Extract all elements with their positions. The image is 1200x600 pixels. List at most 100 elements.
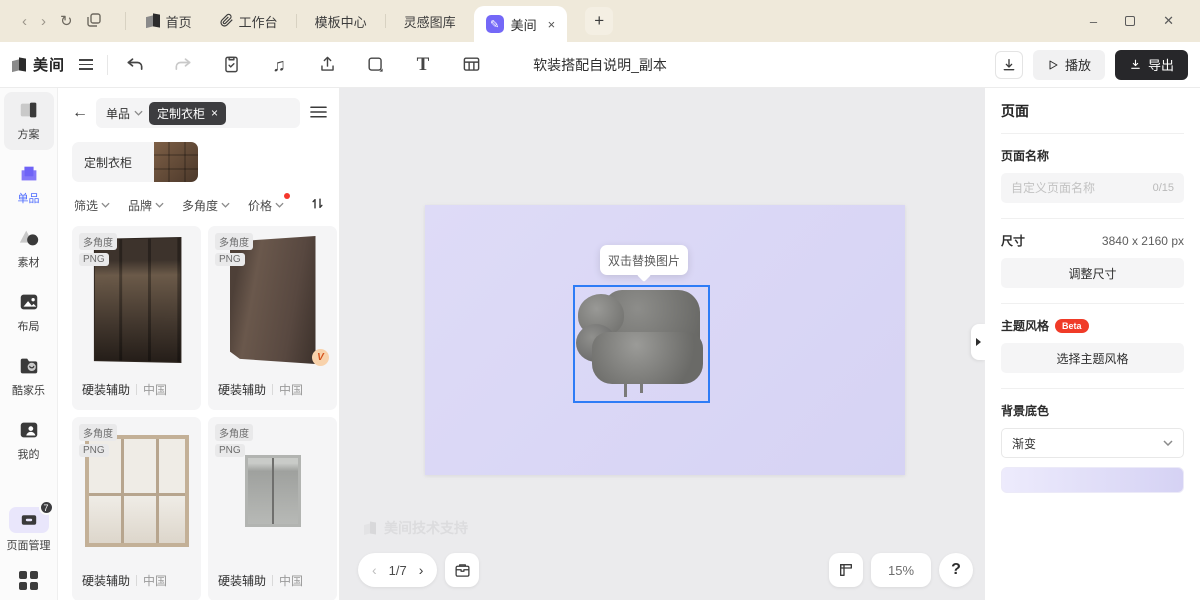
format-badge: PNG: [215, 444, 245, 457]
product-card[interactable]: 多角度 PNG 硬装辅助 中国: [72, 226, 201, 410]
rail-label: 布局: [18, 318, 40, 334]
duplicate-icon[interactable]: [87, 13, 101, 30]
nav-home[interactable]: 首页: [136, 6, 202, 37]
toolbar-right: 播放 导出: [995, 50, 1188, 80]
resize-button[interactable]: 调整尺寸: [1001, 258, 1184, 288]
nav-templates[interactable]: 模板中心: [305, 6, 377, 37]
tab-close-icon[interactable]: ×: [548, 17, 556, 32]
table-icon[interactable]: [458, 52, 484, 78]
next-page-icon[interactable]: ›: [419, 562, 424, 578]
choose-theme-button[interactable]: 选择主题风格: [1001, 343, 1184, 373]
rail-item-assets[interactable]: 素材: [4, 220, 54, 278]
tab-meijian[interactable]: ✎ 美间 ×: [474, 6, 568, 42]
export-icon: [1129, 58, 1142, 71]
filter-angle[interactable]: 多角度: [182, 197, 230, 214]
help-button[interactable]: ?: [939, 553, 973, 587]
menu-icon[interactable]: [79, 59, 93, 70]
background-mode-dropdown[interactable]: 渐变: [1001, 428, 1184, 458]
filter-tag[interactable]: 定制衣柜 ×: [149, 102, 226, 125]
product-brand: 硬装辅助: [82, 381, 130, 398]
export-button[interactable]: 导出: [1115, 50, 1188, 80]
rail-item-plans[interactable]: 方案: [4, 92, 54, 150]
checklist-icon[interactable]: [218, 52, 244, 78]
product-brand: 硬装辅助: [218, 381, 266, 398]
play-button[interactable]: 播放: [1033, 50, 1105, 80]
tag-close-icon[interactable]: ×: [211, 106, 218, 120]
ruler-icon: [838, 562, 854, 578]
document-title: 软装搭配自说明_副本: [533, 55, 667, 75]
rail-item-kujiale[interactable]: 酷家乐: [4, 348, 54, 406]
nav-home-label: 首页: [166, 12, 192, 31]
apps-grid-button[interactable]: [19, 571, 38, 590]
filter-brand[interactable]: 品牌: [128, 197, 164, 214]
filter-label: 品牌: [128, 197, 152, 214]
nav-workspace[interactable]: 工作台: [210, 6, 288, 37]
product-card[interactable]: 多角度 PNG 硬装辅助 中国: [72, 417, 201, 600]
canvas-bottom-left: ‹ 1/7 ›: [358, 553, 479, 587]
undo-icon[interactable]: [122, 52, 148, 78]
collection-thumbnail: [154, 142, 198, 182]
category-dropdown[interactable]: 单品: [106, 105, 143, 122]
product-card[interactable]: 多角度 PNG 硬装辅助 中国: [208, 417, 337, 600]
canvas-page[interactable]: 双击替换图片: [425, 205, 905, 475]
pages-icon: [21, 514, 37, 526]
prev-page-icon[interactable]: ‹: [372, 562, 377, 578]
page-name-input[interactable]: [1011, 181, 1153, 195]
rail-label: 方案: [18, 126, 40, 142]
redo-icon[interactable]: [170, 52, 196, 78]
minimize-button[interactable]: –: [1090, 14, 1097, 29]
titlebar-separator: [125, 12, 126, 30]
rail-item-products[interactable]: 单品: [4, 156, 54, 214]
shape-icon[interactable]: [362, 52, 388, 78]
product-footer: 硬装辅助 中国: [72, 372, 201, 410]
filter-general[interactable]: 筛选: [74, 197, 110, 214]
back-icon[interactable]: ←: [72, 104, 88, 122]
menu-separator: [296, 14, 297, 28]
sort-icon[interactable]: [310, 196, 325, 214]
gradient-swatch[interactable]: [1001, 467, 1184, 493]
design-canvas[interactable]: 双击替换图片 美间技术支持 ‹ 1/7 ›: [340, 88, 985, 600]
rail-item-mine[interactable]: 我的: [4, 412, 54, 470]
forward-icon[interactable]: ›: [41, 13, 46, 30]
maximize-button[interactable]: [1125, 14, 1135, 29]
close-button[interactable]: ✕: [1163, 13, 1174, 29]
ruler-button[interactable]: [829, 553, 863, 587]
text-icon[interactable]: T: [410, 52, 436, 78]
product-footer: 硬装辅助 中国: [72, 563, 201, 600]
product-region: 中国: [143, 572, 167, 589]
panel-collapse-handle[interactable]: [971, 324, 985, 360]
brand[interactable]: 美间: [12, 54, 93, 75]
left-rail: 方案 单品 素材 布局 酷家乐 我的 7 页面管理: [0, 88, 58, 600]
chevron-down-icon: [134, 110, 143, 116]
zoom-level-value: 15%: [888, 563, 914, 578]
list-view-icon[interactable]: [310, 105, 327, 122]
assets-icon: [18, 227, 40, 249]
archive-button[interactable]: [445, 553, 479, 587]
product-region: 中国: [279, 381, 303, 398]
size-value: 3840 x 2160 px: [1102, 234, 1184, 248]
music-icon[interactable]: ♫: [266, 52, 292, 78]
filter-price[interactable]: 价格: [248, 197, 284, 214]
angle-badge: 多角度: [79, 424, 117, 441]
download-button[interactable]: [995, 51, 1023, 79]
play-label: 播放: [1065, 55, 1091, 74]
watermark-text: 美间技术支持: [384, 518, 468, 538]
page-manager-button[interactable]: 7: [9, 507, 49, 533]
back-icon[interactable]: ‹: [22, 13, 27, 30]
pen-icon: ✎: [486, 15, 504, 33]
chevron-down-icon: [1163, 440, 1173, 446]
size-label: 尺寸: [1001, 232, 1025, 249]
nav-inspiration[interactable]: 灵感图库: [394, 6, 466, 37]
refresh-icon[interactable]: ↻: [60, 12, 73, 30]
collection-card[interactable]: 定制衣柜: [72, 142, 198, 182]
upload-icon[interactable]: [314, 52, 340, 78]
new-tab-button[interactable]: +: [585, 7, 613, 35]
selected-image-element[interactable]: [573, 285, 710, 403]
rail-item-layout[interactable]: 布局: [4, 284, 54, 342]
page-pager: ‹ 1/7 ›: [358, 553, 437, 587]
search-box[interactable]: 单品 定制衣柜 ×: [96, 98, 300, 128]
zoom-level-control[interactable]: 15%: [871, 553, 931, 587]
product-brand: 硬装辅助: [218, 572, 266, 589]
archive-icon: [454, 562, 471, 579]
product-card[interactable]: 多角度 PNG V 硬装辅助 中国: [208, 226, 337, 410]
